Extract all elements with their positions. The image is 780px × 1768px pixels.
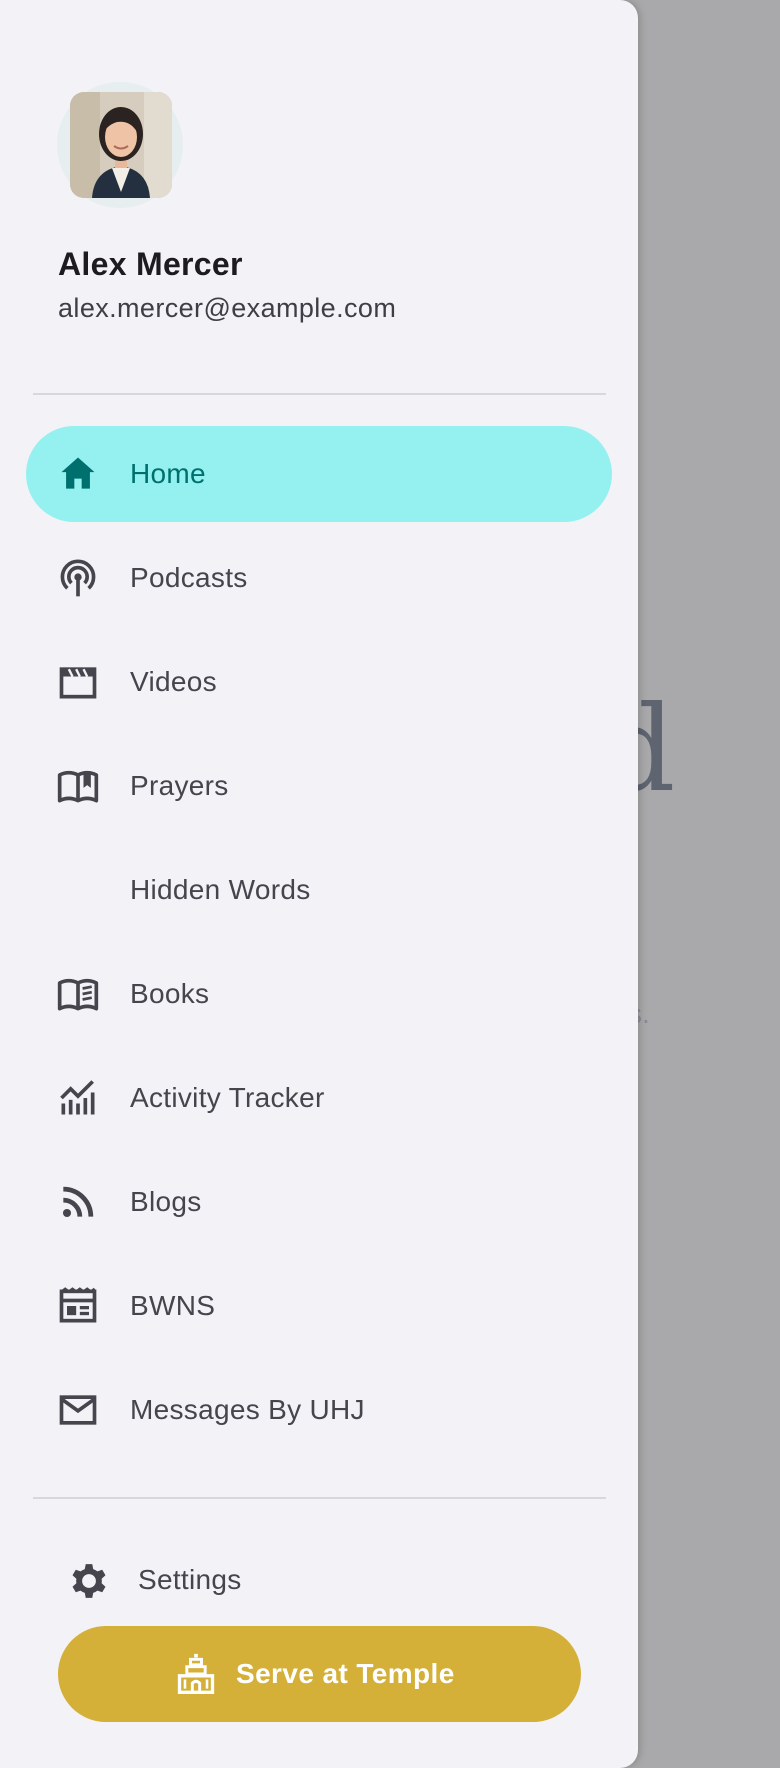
- chart-icon: [60, 1080, 95, 1115]
- rss-icon: [62, 1186, 94, 1218]
- gear-icon: [72, 1564, 106, 1598]
- user-email: alex.mercer@example.com: [58, 293, 397, 323]
- divider: [33, 1497, 606, 1499]
- nav-item-activity-tracker[interactable]: Activity Tracker: [26, 1050, 612, 1146]
- nav-item-podcasts[interactable]: Podcasts: [26, 530, 612, 626]
- navigation-drawer: Alex Mercer alex.mercer@example.com Home…: [0, 0, 638, 1768]
- nav-item-label: Books: [130, 978, 210, 1009]
- mail-icon: [59, 1395, 97, 1425]
- nav-item-blogs[interactable]: Blogs: [26, 1154, 612, 1250]
- open-book-icon: [57, 770, 99, 803]
- nav-item-label: Home: [130, 458, 206, 489]
- serve-at-temple-button[interactable]: Serve at Temple: [58, 1626, 581, 1722]
- nav-item-hidden-words[interactable]: Hidden Words: [26, 842, 612, 938]
- book-icon: [57, 978, 99, 1011]
- nav-item-home[interactable]: Home: [26, 426, 612, 522]
- nav-list: Home Podcasts Videos Prayers Hidden Word…: [26, 426, 612, 1466]
- nav-item-label: Blogs: [130, 1186, 202, 1217]
- settings-button[interactable]: Settings: [60, 1554, 600, 1608]
- divider: [33, 393, 606, 395]
- settings-label: Settings: [138, 1564, 242, 1595]
- news-icon: [59, 1287, 97, 1323]
- nav-item-books[interactable]: Books: [26, 946, 612, 1042]
- nav-item-videos[interactable]: Videos: [26, 634, 612, 730]
- nav-item-prayers[interactable]: Prayers: [26, 738, 612, 834]
- nav-item-label: Videos: [130, 666, 217, 697]
- serve-at-temple-label: Serve at Temple: [236, 1658, 455, 1689]
- avatar[interactable]: [70, 92, 172, 198]
- nav-item-messages[interactable]: Messages By UHJ: [26, 1362, 612, 1458]
- user-name: Alex Mercer: [58, 246, 243, 282]
- nav-item-label: Hidden Words: [130, 874, 311, 905]
- nav-item-label: Messages By UHJ: [130, 1394, 365, 1425]
- nav-item-label: Podcasts: [130, 562, 248, 593]
- home-icon: [61, 457, 95, 489]
- nav-item-bwns[interactable]: BWNS: [26, 1258, 612, 1354]
- nav-item-label: BWNS: [130, 1290, 216, 1321]
- movie-icon: [59, 667, 97, 699]
- temple-icon: [177, 1653, 215, 1694]
- avatar-photo: [70, 92, 172, 198]
- nav-item-label: Prayers: [130, 770, 229, 801]
- nav-item-label: Activity Tracker: [130, 1082, 325, 1113]
- podcast-icon: [60, 559, 96, 597]
